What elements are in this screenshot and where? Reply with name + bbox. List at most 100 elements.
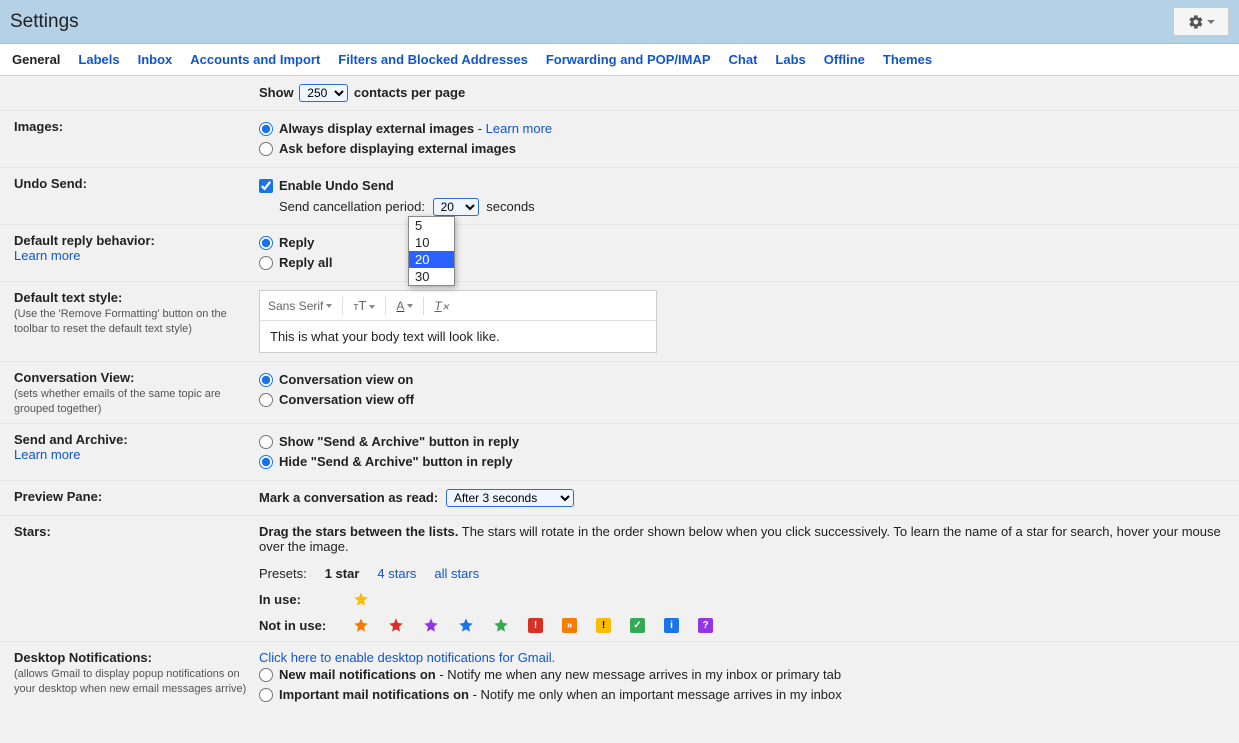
- orange-arrows-icon[interactable]: »: [562, 618, 577, 633]
- not-in-use-label: Not in use:: [259, 618, 334, 633]
- page-title: Settings: [10, 11, 79, 33]
- notif-enable-link[interactable]: Click here to enable desktop notificatio…: [259, 650, 555, 665]
- images-ask-radio[interactable]: [259, 142, 273, 156]
- tab-inbox[interactable]: Inbox: [138, 46, 173, 73]
- reply-learn-more-link[interactable]: Learn more: [14, 248, 80, 263]
- images-always-radio[interactable]: [259, 122, 273, 136]
- contacts-per-page-select[interactable]: 250: [299, 84, 348, 102]
- conv-hint: (sets whether emails of the same topic a…: [14, 388, 221, 415]
- row-preview-pane: Preview Pane: Mark a conversation as rea…: [0, 481, 1239, 516]
- presets-label: Presets:: [259, 566, 307, 581]
- conv-on-label: Conversation view on: [279, 370, 413, 390]
- textstyle-hint: (Use the 'Remove Formatting' button on t…: [14, 308, 227, 335]
- tab-forwarding-and-pop-imap[interactable]: Forwarding and POP/IMAP: [546, 46, 711, 73]
- row-conversation-view: Conversation View: (sets whether emails …: [0, 362, 1239, 424]
- remove-formatting-button[interactable]: T✕: [434, 299, 449, 313]
- stars-drag-bold: Drag the stars between the lists.: [259, 524, 458, 539]
- mark-as-read-label: Mark a conversation as read:: [259, 490, 438, 505]
- preset-4stars[interactable]: 4 stars: [377, 566, 416, 581]
- row-contacts: Show 250 contacts per page: [0, 76, 1239, 111]
- images-ask-label: Ask before displaying external images: [279, 139, 516, 159]
- hide-sendarchive-label: Hide "Send & Archive" button in reply: [279, 452, 513, 472]
- row-text-style: Default text style: (Use the 'Remove For…: [0, 282, 1239, 362]
- row-send-archive: Send and Archive: Learn more Show "Send …: [0, 424, 1239, 481]
- images-label: Images:: [14, 119, 63, 134]
- reply-opt-label: Reply: [279, 233, 314, 253]
- font-family-picker[interactable]: Sans Serif: [268, 299, 332, 313]
- settings-tabs: General Labels Inbox Accounts and Import Fil…: [0, 44, 1239, 76]
- sendarchive-label: Send and Archive:: [14, 432, 128, 447]
- hide-sendarchive-radio[interactable]: [259, 455, 273, 469]
- tab-accounts-and-import[interactable]: Accounts and Import: [190, 46, 320, 73]
- tab-general[interactable]: General: [12, 46, 60, 73]
- textstyle-box: Sans Serif тT A T✕ This is what your bod…: [259, 290, 657, 353]
- notif-new-radio[interactable]: [259, 668, 273, 682]
- row-desktop-notifications: Desktop Notifications: (allows Gmail to …: [0, 642, 1239, 713]
- blue-info-icon[interactable]: i: [664, 618, 679, 633]
- undo-seconds-label: seconds: [486, 199, 534, 214]
- undo-enable-checkbox[interactable]: [259, 179, 273, 193]
- conv-label: Conversation View:: [14, 370, 134, 385]
- conv-on-radio[interactable]: [259, 373, 273, 387]
- textstyle-label: Default text style:: [14, 290, 122, 305]
- star-green-icon[interactable]: [493, 617, 509, 633]
- star-yellow-icon[interactable]: [353, 591, 369, 607]
- preview-label: Preview Pane:: [14, 489, 102, 504]
- tab-labs[interactable]: Labs: [775, 46, 805, 73]
- show-sendarchive-label: Show "Send & Archive" button in reply: [279, 432, 519, 452]
- reply-all-radio[interactable]: [259, 256, 273, 270]
- textstyle-preview: This is what your body text will look li…: [260, 321, 656, 352]
- undo-period-dropdown[interactable]: 5102030: [408, 216, 455, 286]
- reply-label: Default reply behavior:: [14, 233, 155, 248]
- star-orange-icon[interactable]: [353, 617, 369, 633]
- contacts-show-label: Show: [259, 85, 294, 100]
- tab-labels[interactable]: Labels: [78, 46, 119, 73]
- caret-down-icon: [1207, 20, 1215, 24]
- conv-off-radio[interactable]: [259, 393, 273, 407]
- tab-filters-and-blocked-addresses[interactable]: Filters and Blocked Addresses: [338, 46, 528, 73]
- settings-header: Settings: [0, 0, 1239, 44]
- preset-1star[interactable]: 1 star: [325, 566, 360, 581]
- font-size-picker[interactable]: тT: [353, 298, 375, 313]
- notif-imp-text: - Notify me only when an important messa…: [469, 687, 842, 702]
- undo-option-20[interactable]: 20: [409, 251, 454, 268]
- undo-period-select[interactable]: 20: [433, 198, 479, 216]
- gear-menu-button[interactable]: [1173, 7, 1229, 36]
- row-images: Images: Always display external images -…: [0, 111, 1239, 168]
- preset-allstars[interactable]: all stars: [434, 566, 479, 581]
- textstyle-toolbar: Sans Serif тT A T✕: [260, 291, 656, 321]
- undo-option-5[interactable]: 5: [409, 217, 454, 234]
- reply-radio[interactable]: [259, 236, 273, 250]
- show-sendarchive-radio[interactable]: [259, 435, 273, 449]
- undo-option-10[interactable]: 10: [409, 234, 454, 251]
- images-learn-more-link[interactable]: Learn more: [486, 121, 552, 136]
- images-always-label: Always display external images: [279, 121, 474, 136]
- font-color-picker[interactable]: A: [396, 299, 413, 313]
- purple-question-icon[interactable]: ?: [698, 618, 713, 633]
- undo-option-30[interactable]: 30: [409, 268, 454, 285]
- row-stars: Stars: Drag the stars between the lists.…: [0, 516, 1239, 642]
- in-use-label: In use:: [259, 592, 334, 607]
- tab-themes[interactable]: Themes: [883, 46, 932, 73]
- tab-offline[interactable]: Offline: [824, 46, 865, 73]
- notif-new-bold: New mail notifications on: [279, 667, 436, 682]
- settings-content: Show 250 contacts per page Images: Alway…: [0, 76, 1239, 743]
- notif-new-text: - Notify me when any new message arrives…: [436, 667, 841, 682]
- undo-label: Undo Send:: [14, 176, 87, 191]
- red-bang-icon[interactable]: !: [528, 618, 543, 633]
- mark-as-read-select[interactable]: After 3 seconds: [446, 489, 574, 507]
- sendarchive-learn-more-link[interactable]: Learn more: [14, 447, 80, 462]
- conv-off-label: Conversation view off: [279, 390, 414, 410]
- green-check-icon[interactable]: ✓: [630, 618, 645, 633]
- contacts-suffix: contacts per page: [354, 85, 465, 100]
- notif-imp-bold: Important mail notifications on: [279, 687, 469, 702]
- notif-label: Desktop Notifications:: [14, 650, 152, 665]
- star-blue-icon[interactable]: [458, 617, 474, 633]
- tab-chat[interactable]: Chat: [729, 46, 758, 73]
- star-purple-icon[interactable]: [423, 617, 439, 633]
- star-red-icon[interactable]: [388, 617, 404, 633]
- notif-hint: (allows Gmail to display popup notificat…: [14, 668, 246, 695]
- yellow-bang-icon[interactable]: !: [596, 618, 611, 633]
- notif-important-radio[interactable]: [259, 688, 273, 702]
- reply-all-label: Reply all: [279, 253, 332, 273]
